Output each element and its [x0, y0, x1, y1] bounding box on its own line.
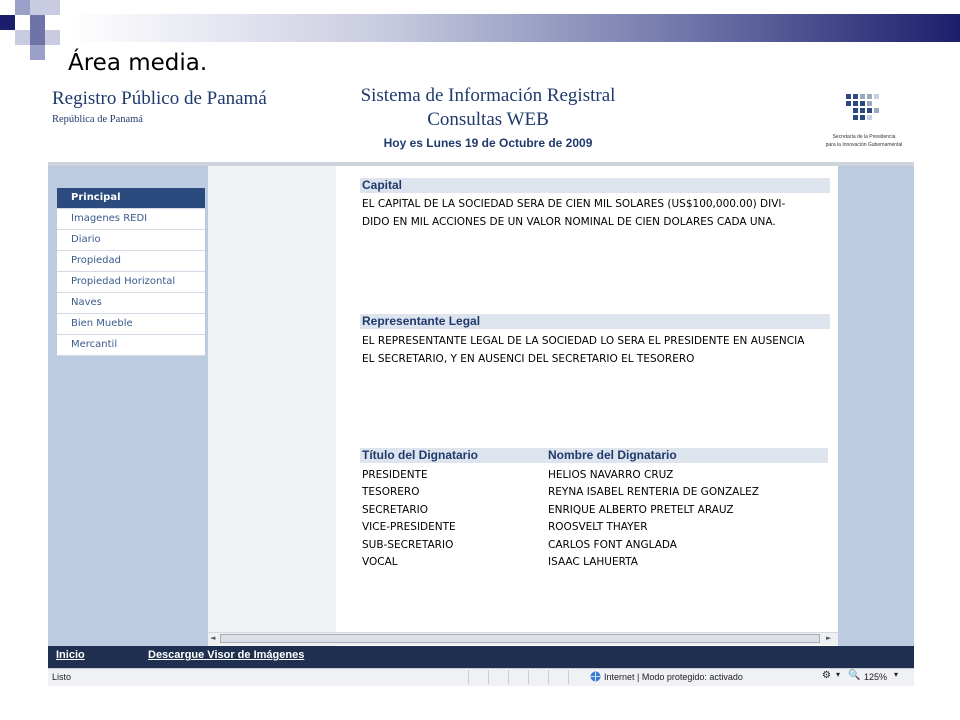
dignatarios-header: Título del Dignatario Nombre del Dignata… [360, 448, 828, 463]
representante-text-line2: EL SECRETARIO, Y EN AUSENCI DEL SECRETAR… [362, 353, 695, 365]
zoom-icon[interactable]: 🔍 [848, 670, 860, 681]
dignatarios-col-name: Nombre del Dignatario [548, 448, 677, 462]
footer-bar: Inicio Descargue Visor de Imágenes [48, 646, 914, 668]
nav-item-propiedad[interactable]: Propiedad [57, 251, 205, 272]
status-divider [548, 670, 549, 684]
capital-text-line1: EL CAPITAL DE LA SOCIEDAD SERA DE CIEN M… [362, 198, 786, 210]
nav-item-imagenes-redi[interactable]: Imagenes REDI [57, 209, 205, 230]
descargue-visor-link[interactable]: Descargue Visor de Imágenes [148, 649, 304, 661]
inicio-link[interactable]: Inicio [56, 649, 85, 661]
table-row: VOCAL ISAAC LAHUERTA [362, 556, 832, 573]
secretaria-logo: Secretaría de la Presidencia para la Inn… [824, 92, 904, 152]
chevron-down-icon[interactable]: ▾ [836, 670, 840, 679]
dignatario-name: ENRIQUE ALBERTO PRETELT ARAUZ [548, 504, 734, 516]
nav-item-principal[interactable]: Principal [57, 188, 205, 209]
browser-status-bar: Listo Internet | Modo protegido: activad… [48, 668, 914, 686]
nav-item-naves[interactable]: Naves [57, 293, 205, 314]
scroll-left-icon[interactable]: ◄ [210, 634, 215, 642]
logo-mark-icon [846, 94, 879, 120]
dignatario-title: PRESIDENTE [362, 469, 428, 481]
dignatario-name: REYNA ISABEL RENTERIA DE GONZALEZ [548, 486, 759, 498]
status-text: Listo [52, 672, 72, 682]
table-row: SUB-SECRETARIO CARLOS FONT ANGLADA [362, 539, 832, 556]
status-divider [508, 670, 509, 684]
page-header: Registro Público de Panamá República de … [48, 80, 914, 162]
capital-heading: Capital [360, 178, 830, 193]
slide-title: Área media. [68, 50, 208, 76]
status-divider [468, 670, 469, 684]
table-row: TESORERO REYNA ISABEL RENTERIA DE GONZAL… [362, 486, 832, 503]
dignatario-title: TESORERO [362, 486, 420, 498]
nav-item-mercantil[interactable]: Mercantil [57, 335, 205, 356]
dignatario-name: HELIOS NAVARRO CRUZ [548, 469, 674, 481]
main-area: Principal Imagenes REDI Diario Propiedad… [48, 166, 914, 646]
capital-text-line2: DIDO EN MIL ACCIONES DE UN VALOR NOMINAL… [362, 216, 776, 228]
table-row: PRESIDENTE HELIOS NAVARRO CRUZ [362, 469, 832, 486]
org-title: Registro Público de Panamá [52, 88, 267, 109]
nav-item-diario[interactable]: Diario [57, 230, 205, 251]
dignatario-title: SECRETARIO [362, 504, 428, 516]
representante-heading: Representante Legal [360, 314, 830, 329]
horizontal-scroll-thumb[interactable] [220, 634, 820, 643]
nav-item-bien-mueble[interactable]: Bien Mueble [57, 314, 205, 335]
globe-icon [590, 671, 601, 684]
logo-caption-line2: para la Innovación Gubernamental [825, 142, 903, 148]
system-title-line1: Sistema de Información Registral [360, 85, 616, 106]
dignatario-name: CARLOS FONT ANGLADA [548, 539, 677, 551]
security-zone-text: Internet | Modo protegido: activado [604, 672, 743, 682]
dignatario-title: SUB-SECRETARIO [362, 539, 454, 551]
dignatario-title: VICE-PRESIDENTE [362, 521, 456, 533]
zoom-chevron-down-icon[interactable]: ▾ [894, 670, 898, 679]
nav-item-propiedad-horizontal[interactable]: Propiedad Horizontal [57, 272, 205, 293]
dignatario-title: VOCAL [362, 556, 398, 568]
dignatario-name: ROOSVELT THAYER [548, 521, 648, 533]
dignatarios-col-title: Título del Dignatario [362, 448, 478, 462]
representante-text-line1: EL REPRESENTANTE LEGAL DE LA SOCIEDAD LO… [362, 335, 805, 347]
system-title: Sistema de Información Registral Consult… [338, 84, 638, 132]
logo-caption-line1: Secretaría de la Presidencia [832, 134, 896, 140]
sidebar-nav: Principal Imagenes REDI Diario Propiedad… [57, 188, 205, 356]
org-subtitle: República de Panamá [52, 114, 143, 125]
zoom-level[interactable]: 125% [864, 672, 887, 682]
status-divider [568, 670, 569, 684]
horizontal-scrollbar[interactable]: ◄ ► [208, 632, 838, 645]
status-divider [488, 670, 489, 684]
slide-title-bar [70, 14, 960, 42]
protected-mode-icon[interactable]: ⚙ [822, 670, 831, 681]
system-title-line2: Consultas WEB [427, 109, 549, 130]
scroll-right-icon[interactable]: ► [826, 634, 831, 642]
status-divider [528, 670, 529, 684]
table-row: SECRETARIO ENRIQUE ALBERTO PRETELT ARAUZ [362, 504, 832, 521]
content-left-margin [208, 166, 336, 646]
content-panel: Capital EL CAPITAL DE LA SOCIEDAD SERA D… [208, 166, 838, 646]
browser-screenshot: Registro Público de Panamá República de … [48, 80, 914, 686]
dignatario-name: ISAAC LAHUERTA [548, 556, 638, 568]
table-row: VICE-PRESIDENTE ROOSVELT THAYER [362, 521, 832, 538]
date-line: Hoy es Lunes 19 de Octubre de 2009 [383, 136, 593, 150]
